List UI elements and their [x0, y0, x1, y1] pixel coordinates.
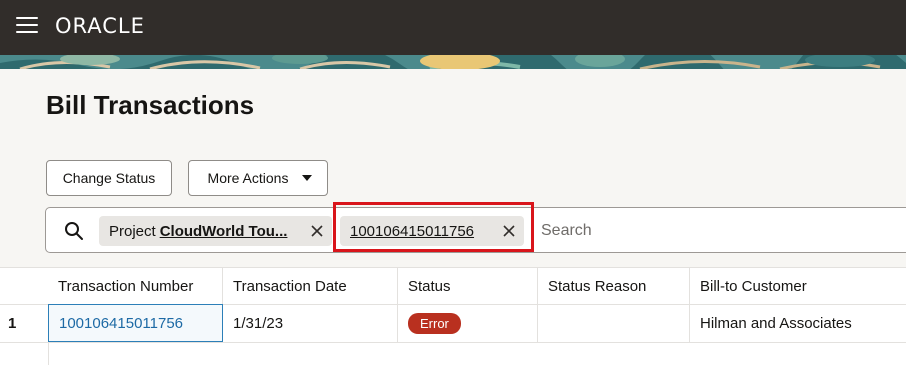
transaction-date-cell: 1/31/23	[223, 305, 398, 342]
status-cell: Error	[398, 305, 538, 342]
decorative-banner	[0, 55, 906, 69]
chip-label: Project	[109, 222, 156, 240]
chip-value[interactable]: 100106415011756	[350, 223, 474, 240]
caret-down-icon	[302, 175, 313, 181]
chip-value[interactable]: CloudWorld Tou...	[160, 223, 288, 240]
more-actions-label: More Actions	[207, 170, 289, 186]
bill-to-customer-cell: Hilman and Associates	[700, 315, 852, 332]
status-reason-cell	[538, 305, 690, 342]
table-empty-area	[0, 343, 906, 365]
page-title: Bill Transactions	[46, 90, 255, 120]
column-header-status-reason[interactable]: Status Reason	[538, 268, 690, 305]
table-row[interactable]: 1 100106415011756 1/31/23 Error Hilman a…	[0, 304, 906, 343]
more-actions-button[interactable]: More Actions	[188, 160, 328, 196]
remove-filter-icon[interactable]	[310, 224, 324, 238]
filter-search-bar: Project CloudWorld Tou... 10010641501175…	[45, 202, 906, 253]
search-input[interactable]	[541, 218, 901, 244]
column-header-transaction-date[interactable]: Transaction Date	[223, 268, 398, 305]
column-header-bill-to-customer[interactable]: Bill-to Customer	[690, 268, 906, 305]
hamburger-menu-icon[interactable]	[16, 17, 38, 35]
remove-filter-icon[interactable]	[502, 224, 516, 238]
global-header: ORACLE	[0, 0, 906, 55]
transaction-number-link[interactable]: 100106415011756	[48, 304, 223, 342]
page-content: Bill Transactions Change Status More Act…	[0, 69, 906, 267]
oracle-logo[interactable]: ORACLE	[55, 14, 145, 38]
status-badge: Error	[408, 313, 461, 334]
search-icon[interactable]	[64, 221, 84, 241]
filter-chip-project[interactable]: Project CloudWorld Tou...	[99, 216, 332, 246]
filter-chip-transaction-number[interactable]: 100106415011756	[340, 216, 524, 246]
column-header-status[interactable]: Status	[398, 268, 538, 305]
banner-pattern	[0, 55, 906, 69]
column-divider	[48, 343, 49, 365]
change-status-button[interactable]: Change Status	[46, 160, 172, 196]
row-number: 1	[8, 315, 17, 332]
table-header: Transaction Number Transaction Date Stat…	[0, 267, 906, 305]
column-header-transaction-number[interactable]: Transaction Number	[48, 268, 223, 305]
